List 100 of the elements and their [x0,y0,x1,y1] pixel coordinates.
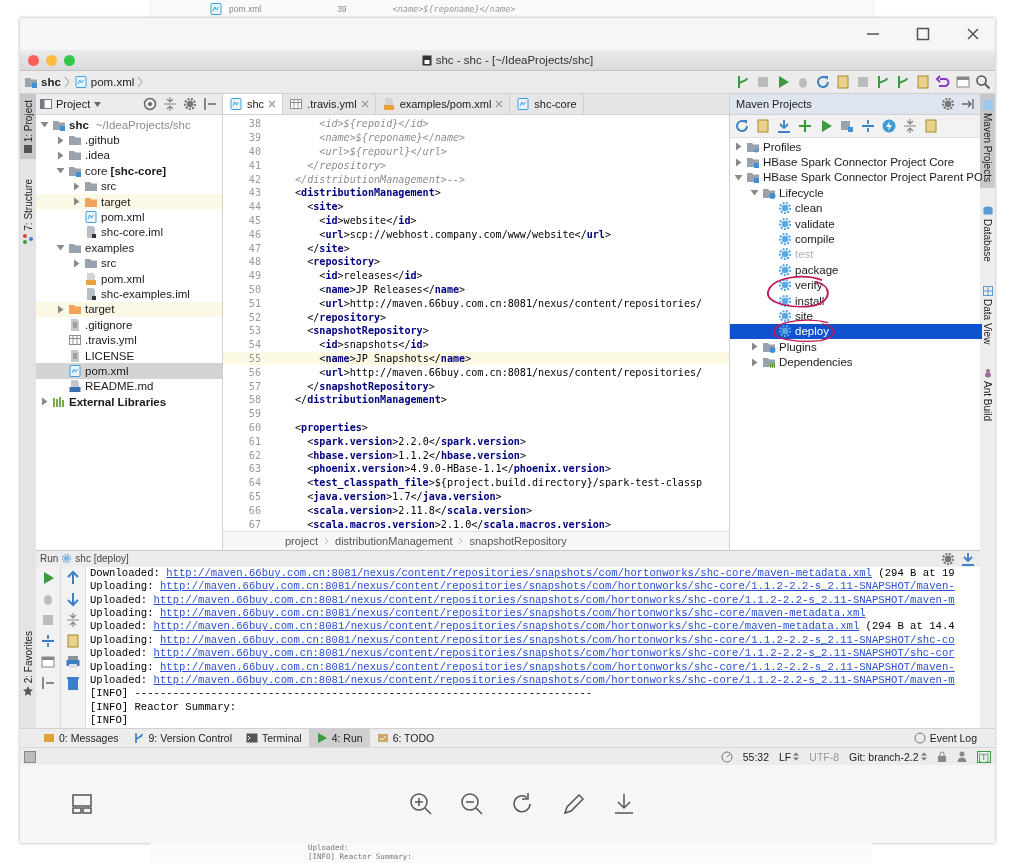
tree-item[interactable]: Lifecycle [730,185,982,201]
tool-window-tab[interactable]: 7: Structure [20,173,36,250]
close-icon[interactable] [965,26,981,42]
expand-arrow-icon[interactable] [56,150,65,160]
tool-window-tab[interactable]: 1: Project [20,94,36,160]
tree-item[interactable]: Profiles [730,139,982,155]
tree-item[interactable]: examples [36,240,222,256]
tool-window-tab[interactable]: Data View [980,279,995,351]
tree-item[interactable]: verify [730,277,982,293]
up-arrow-icon[interactable] [65,569,81,586]
editor-tab[interactable]: shc [223,94,284,114]
tree-item[interactable]: src [36,178,222,194]
link[interactable]: http://maven.66buy.com.cn:8081/nexus/content/repositories/snapshots/com/hortonworks/shc-core/maven-metadata.xml [166,566,872,579]
expand-arrow-icon[interactable] [734,157,743,167]
git-branch[interactable]: Git: branch-2.2 [849,750,919,763]
collapse-icon[interactable] [902,118,918,134]
breadcrumb-item[interactable]: pom.xml [90,76,135,88]
undo-icon[interactable] [935,74,951,90]
tree-item[interactable]: src [36,255,222,271]
refresh-icon[interactable] [815,74,831,90]
document-icon[interactable] [923,118,939,134]
tree-item[interactable]: Dependencies [730,354,982,370]
expand-arrow-icon[interactable] [56,135,65,145]
tree-item[interactable]: pom.xml [36,270,222,287]
settings-icon[interactable] [940,96,956,112]
link[interactable]: http://maven.66buy.com.cn:8081/nexus/content/repositories/snapshots/com/hortonworks/shc-core/1.1.2-2.2-s_2.11-SNAPSHOT/shc-co [159,633,955,646]
caret-position[interactable]: 55:32 [742,750,770,763]
tree-item[interactable]: .github [36,132,222,148]
tree-item[interactable]: package [730,262,982,278]
link[interactable]: http://maven.66buy.com.cn:8081/nexus/content/repositories/snapshots/com/hortonworks/shc-core/1.1.2-2.2-s_2.11-SNAPSHOT/maven-m [153,674,955,687]
link[interactable]: http://maven.66buy.com.cn:8081/nexus/content/repositories/snapshots/com/hortonworks/shc-core/1.1.2-2.2-s_2.11-SNAPSHOT/shc-cor [153,647,955,660]
locate-icon[interactable] [142,96,158,112]
expand-arrow-icon[interactable] [734,142,743,152]
tree-item[interactable]: README.md [36,378,222,395]
tool-window-tab[interactable]: Database [980,199,995,268]
download-icon[interactable] [776,118,792,134]
tree-item[interactable]: shc ~/IdeaProjects/shc [36,117,222,133]
tool-tab[interactable]: Terminal [239,729,309,747]
link[interactable]: http://maven.66buy.com.cn:8081/nexus/content/repositories/snapshots/com/hortonworks/shc-core/maven-metadata.xml [153,620,860,633]
tree-item[interactable]: .travis.yml [36,332,222,348]
editor-tab[interactable]: examples/pom.xml [375,94,511,114]
window-control-icon[interactable] [28,54,39,66]
expand-arrow-icon[interactable] [72,258,81,268]
link[interactable]: http://maven.66buy.com.cn:8081/nexus/content/repositories/snapshots/com/hortonworks/shc-core/1.1.2-2.2-s_2.11-SNAPSHOT/maven- [159,580,955,593]
document-icon[interactable] [755,118,771,134]
up-down-icon[interactable] [793,752,800,761]
tree-item[interactable]: HBase Spark Connector Project Core [730,154,982,170]
event-log-button[interactable]: Event Log [929,732,977,744]
layout-icon[interactable] [70,792,94,816]
breadcrumb-item[interactable]: project [285,534,319,547]
link[interactable]: http://maven.66buy.com.cn:8081/nexus/content/repositories/snapshots/com/hortonworks/shc-core/1.1.2-2.2-s_2.11-SNAPSHOT/maven-m [153,593,955,606]
document-icon[interactable] [65,632,81,649]
down-arrow-icon[interactable] [65,590,81,607]
lightning-icon[interactable] [881,118,897,134]
printer-icon[interactable] [65,653,81,670]
expand-arrow-icon[interactable] [750,188,759,198]
download-icon[interactable] [960,550,976,567]
split-icon[interactable] [860,118,876,134]
expand-arrow-icon[interactable] [56,304,65,314]
tree-item[interactable]: deploy [730,323,982,340]
tree-item[interactable]: compile [730,231,982,247]
tool-window-tab[interactable]: 2: Favorites [20,624,36,702]
expand-arrow-icon[interactable] [72,197,81,207]
tree-item[interactable]: validate [730,215,982,232]
tree-item[interactable]: target [36,301,222,318]
tree-item[interactable]: site [730,308,982,324]
split-icon[interactable] [40,632,56,649]
add-icon[interactable] [797,118,813,134]
branch-icon[interactable] [735,74,751,90]
module-icon[interactable] [839,118,855,134]
window-icon[interactable] [24,750,36,763]
expand-arrow-icon[interactable] [750,342,759,352]
settings-icon[interactable] [940,550,956,567]
expand-arrow-icon[interactable] [56,166,65,176]
expand-arrow-icon[interactable] [40,120,49,130]
breadcrumb-item[interactable]: snapshotRepository [469,534,567,547]
maximize-icon[interactable] [915,26,931,42]
document-icon[interactable] [835,74,851,90]
tree-item[interactable]: core [shc-core] [36,163,222,179]
tree-item[interactable]: .gitignore [36,317,222,333]
hide-icon[interactable] [960,96,976,112]
tree-item[interactable]: target [36,193,222,210]
expand-arrow-icon[interactable] [56,243,65,253]
expand-arrow-icon[interactable] [750,357,759,367]
caret-icon[interactable] [94,101,102,107]
tree-item[interactable]: Plugins [730,339,982,355]
editor-tab[interactable]: .travis.yml [283,94,376,114]
panel-title[interactable]: Project [56,98,91,110]
expand-arrow-icon[interactable] [40,397,49,407]
branch-icon[interactable] [895,74,911,90]
window-icon[interactable] [40,653,56,670]
expand-arrow-icon[interactable] [734,172,743,182]
branch-icon[interactable] [875,74,891,90]
search-icon[interactable] [975,74,991,90]
close-icon[interactable] [268,100,277,108]
link[interactable]: http://maven.66buy.com.cn:8081/nexus/content/repositories/snapshots/com/hortonworks/shc-core/maven-metadata.xml [159,607,866,620]
tool-window-tab[interactable]: Ant Build [980,362,995,428]
collapse-icon[interactable] [65,611,81,628]
tool-tab[interactable]: 0: Messages [36,729,126,747]
editor-tab[interactable]: shc-core [510,94,584,114]
